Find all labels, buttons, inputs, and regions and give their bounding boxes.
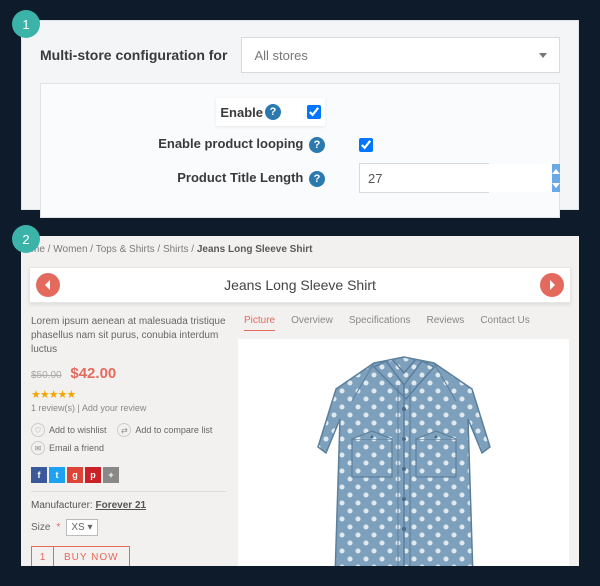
buy-now-button[interactable]: BUY NOW: [54, 547, 129, 566]
product-description: Lorem ipsum aenean at malesuada tristiqu…: [31, 315, 226, 357]
reviews-link[interactable]: 1 review(s) | Add your review: [31, 403, 226, 413]
social-share: f t g p +: [31, 467, 226, 483]
required-asterisk: *: [56, 522, 60, 533]
size-select[interactable]: XS ▾: [66, 519, 97, 536]
enable-label-wrap: Enable ?: [63, 98, 333, 126]
breadcrumb-current: Jeans Long Sleeve Shirt: [197, 244, 313, 255]
tab-reviews[interactable]: Reviews: [427, 315, 465, 331]
rating-stars: ★★★★★: [31, 388, 226, 401]
breadcrumb-item[interactable]: Women: [53, 244, 87, 255]
compare-icon: ⇄: [117, 423, 131, 437]
store-select-value: All stores: [254, 48, 307, 63]
enable-checkbox[interactable]: [307, 105, 321, 119]
store-config-label: Multi-store configuration for: [40, 47, 227, 63]
email-friend-button[interactable]: ✉Email a friend: [31, 441, 104, 455]
tab-overview[interactable]: Overview: [291, 315, 333, 331]
step-badge-1: 1: [12, 10, 40, 38]
product-nav: Jeans Long Sleeve Shirt: [29, 267, 571, 303]
title-length-label: Product Title Length: [177, 170, 303, 185]
product-main: Picture Overview Specifications Reviews …: [238, 315, 569, 566]
next-product-button[interactable]: [540, 273, 564, 297]
spinner: [552, 164, 560, 192]
add-wishlist-button[interactable]: ♡Add to wishlist: [31, 423, 107, 437]
product-title: Jeans Long Sleeve Shirt: [224, 277, 376, 293]
heart-icon: ♡: [31, 423, 45, 437]
looping-label: Enable product looping: [158, 136, 303, 151]
chevron-down-icon: [539, 53, 547, 58]
size-row: Size * XS ▾: [31, 519, 226, 536]
help-icon[interactable]: ?: [265, 104, 281, 120]
spinner-up[interactable]: [552, 164, 560, 178]
looping-checkbox[interactable]: [359, 138, 373, 152]
add-compare-button[interactable]: ⇄Add to compare list: [117, 423, 212, 437]
product-sidebar: Lorem ipsum aenean at malesuada tristiqu…: [31, 315, 226, 566]
product-image: [238, 339, 569, 566]
breadcrumb: me / Women / Tops & Shirts / Shirts / Je…: [21, 236, 579, 263]
buy-group: 1 BUY NOW: [31, 546, 130, 566]
config-fields: Enable ? Enable product looping ? Produc…: [40, 83, 560, 218]
enable-label: Enable: [220, 105, 263, 120]
envelope-icon: ✉: [31, 441, 45, 455]
tab-specifications[interactable]: Specifications: [349, 315, 411, 331]
manufacturer: Manufacturer: Forever 21: [31, 500, 226, 511]
manufacturer-link[interactable]: Forever 21: [95, 500, 146, 511]
store-config-row: Multi-store configuration for All stores: [40, 37, 560, 73]
twitter-icon[interactable]: t: [49, 467, 65, 483]
product-tabs: Picture Overview Specifications Reviews …: [238, 315, 569, 331]
title-length-input[interactable]: [360, 164, 552, 192]
google-icon[interactable]: g: [67, 467, 83, 483]
help-icon[interactable]: ?: [309, 137, 325, 153]
store-select[interactable]: All stores: [241, 37, 560, 73]
help-icon[interactable]: ?: [309, 171, 325, 187]
facebook-icon[interactable]: f: [31, 467, 47, 483]
title-length-input-wrap: [359, 163, 489, 193]
old-price: $50.00: [31, 370, 62, 381]
tab-picture[interactable]: Picture: [244, 315, 275, 331]
size-label: Size: [31, 522, 50, 533]
spinner-down[interactable]: [552, 178, 560, 192]
pinterest-icon[interactable]: p: [85, 467, 101, 483]
tab-contact[interactable]: Contact Us: [480, 315, 529, 331]
breadcrumb-item[interactable]: Tops & Shirts: [96, 244, 155, 255]
product-panel: me / Women / Tops & Shirts / Shirts / Je…: [21, 236, 579, 566]
breadcrumb-item[interactable]: Shirts: [163, 244, 189, 255]
quantity-input[interactable]: 1: [32, 547, 54, 566]
config-panel: Multi-store configuration for All stores…: [21, 20, 579, 210]
share-more-icon[interactable]: +: [103, 467, 119, 483]
prev-product-button[interactable]: [36, 273, 60, 297]
step-badge-2: 2: [12, 225, 40, 253]
price: $50.00 $42.00: [31, 365, 226, 382]
current-price: $42.00: [70, 365, 116, 382]
